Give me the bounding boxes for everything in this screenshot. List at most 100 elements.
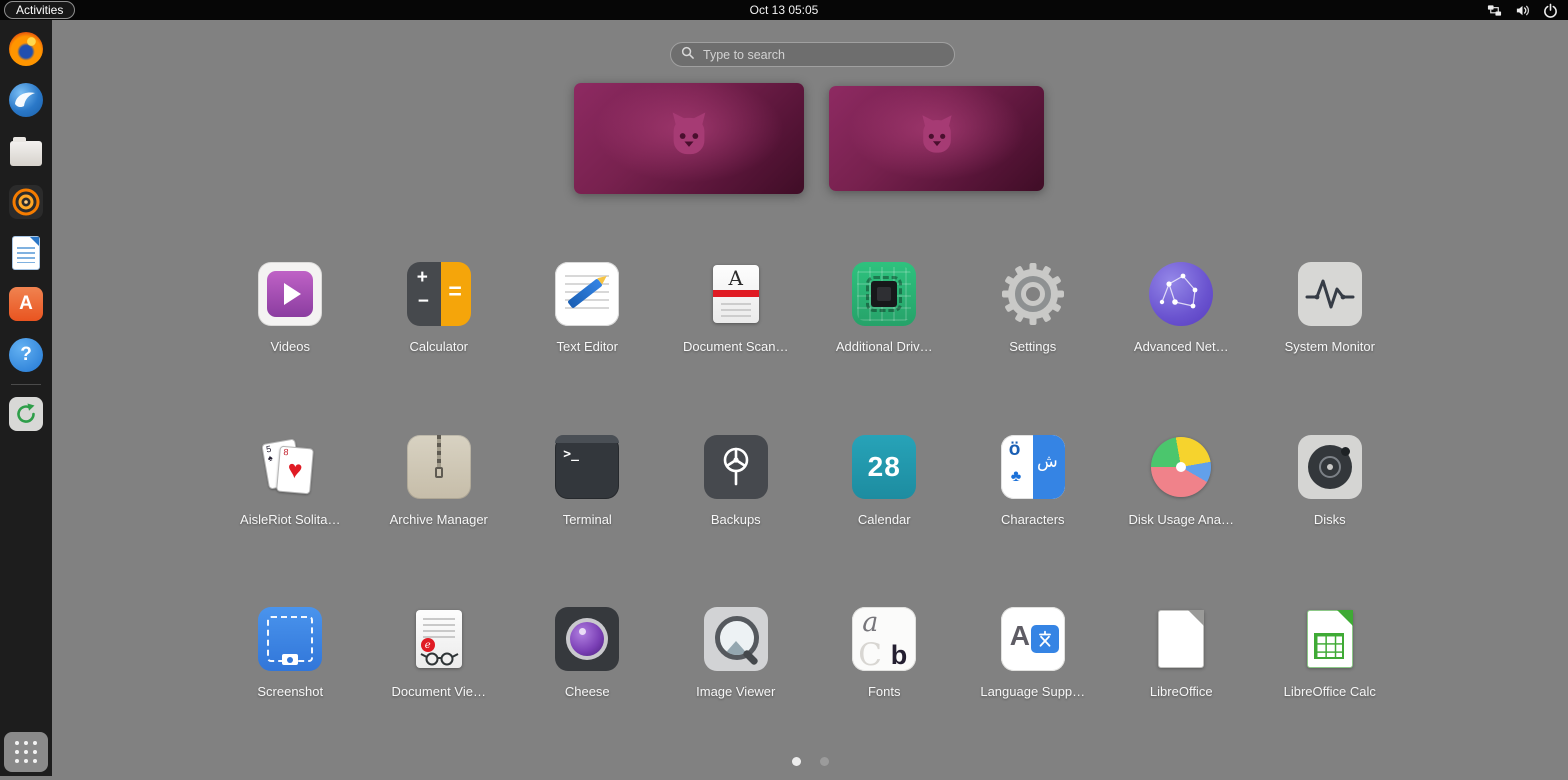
app-document-scanner[interactable]: A Document Scan… xyxy=(662,262,811,435)
system-tray[interactable] xyxy=(1487,0,1558,20)
app-archive-manager[interactable]: Archive Manager xyxy=(365,435,514,608)
app-characters[interactable]: ö ♣ ش Characters xyxy=(959,435,1108,608)
app-label: Cheese xyxy=(565,684,610,699)
software-updater-icon xyxy=(9,397,43,431)
document-viewer-icon: e xyxy=(407,607,471,671)
terminal-icon: >_ xyxy=(555,435,619,499)
page-dot-1[interactable] xyxy=(792,757,801,766)
system-monitor-icon xyxy=(1298,262,1362,326)
app-label: AisleRiot Solita… xyxy=(240,512,340,527)
language-support-icon: A xyxy=(1001,607,1065,671)
mascot-wallpaper-icon xyxy=(911,111,963,163)
app-grid: Videos + − = Calculator Text Editor A Do… xyxy=(216,262,1406,780)
apps-grid-icon xyxy=(15,741,37,763)
workspace-thumbnail-2[interactable] xyxy=(829,86,1044,191)
app-backups[interactable]: Backups xyxy=(662,435,811,608)
app-label: Screenshot xyxy=(257,684,323,699)
app-label: LibreOffice xyxy=(1150,684,1213,699)
app-calculator[interactable]: + − = Calculator xyxy=(365,262,514,435)
app-terminal[interactable]: >_ Terminal xyxy=(513,435,662,608)
show-applications-button[interactable] xyxy=(4,732,48,772)
software-letter: A xyxy=(19,293,33,315)
dock-item-firefox[interactable] xyxy=(6,30,46,68)
volume-icon[interactable] xyxy=(1515,3,1530,18)
power-icon[interactable] xyxy=(1543,3,1558,18)
files-folder-icon xyxy=(10,141,42,166)
app-videos[interactable]: Videos xyxy=(216,262,365,435)
search-input[interactable] xyxy=(701,47,944,63)
dock-item-software-updater[interactable] xyxy=(6,395,46,433)
cheese-camera-icon xyxy=(555,607,619,671)
calendar-icon: 28 xyxy=(852,435,916,499)
app-aisleriot[interactable]: 5 ♠ 8 ♥ AisleRiot Solita… xyxy=(216,435,365,608)
cjk-glyph-icon xyxy=(1031,625,1059,653)
archive-manager-icon xyxy=(407,435,471,499)
libreoffice-writer-icon xyxy=(12,236,40,270)
dock-item-help[interactable]: ? xyxy=(6,336,46,374)
advanced-network-icon xyxy=(1149,262,1213,326)
dock-item-ubuntu-software[interactable]: A xyxy=(6,285,46,323)
screenshot-icon xyxy=(258,607,322,671)
app-libreoffice-calc[interactable]: LibreOffice Calc xyxy=(1256,607,1405,780)
clock[interactable]: Oct 13 05:05 xyxy=(0,3,1568,17)
app-advanced-network[interactable]: Advanced Net… xyxy=(1107,262,1256,435)
page-dot-2[interactable] xyxy=(820,757,829,766)
app-label: Text Editor xyxy=(557,339,618,354)
question-mark: ? xyxy=(20,344,32,366)
app-label: Disk Usage Ana… xyxy=(1129,512,1235,527)
app-label: Document Vie… xyxy=(392,684,486,699)
search-bar[interactable] xyxy=(670,42,955,67)
app-fonts[interactable]: a C b Fonts xyxy=(810,607,959,780)
app-label: Language Supp… xyxy=(980,684,1085,699)
app-cheese[interactable]: Cheese xyxy=(513,607,662,780)
dock-item-rhythmbox[interactable] xyxy=(6,183,46,221)
app-screenshot[interactable]: Screenshot xyxy=(216,607,365,780)
app-label: Terminal xyxy=(563,512,612,527)
app-label: Calculator xyxy=(409,339,468,354)
app-document-viewer[interactable]: e Document Vie… xyxy=(365,607,514,780)
app-label: System Monitor xyxy=(1285,339,1375,354)
settings-gear-icon xyxy=(1001,262,1065,326)
dock-separator xyxy=(11,384,41,385)
app-image-viewer[interactable]: Image Viewer xyxy=(662,607,811,780)
document-scanner-icon: A xyxy=(704,262,768,326)
network-icon[interactable] xyxy=(1487,3,1502,18)
dock: A ? xyxy=(0,20,52,776)
page-indicator xyxy=(52,757,1568,766)
top-bar: Activities Oct 13 05:05 xyxy=(0,0,1568,20)
firefox-icon xyxy=(9,32,43,66)
workspace-thumbnail-1[interactable] xyxy=(574,83,804,194)
app-additional-drivers[interactable]: Additional Driv… xyxy=(810,262,959,435)
aisleriot-cards-icon: 5 ♠ 8 ♥ xyxy=(258,435,322,499)
app-settings[interactable]: Settings xyxy=(959,262,1108,435)
app-label: Additional Driv… xyxy=(836,339,933,354)
rhythmbox-icon xyxy=(9,185,43,219)
help-icon: ? xyxy=(9,338,43,372)
app-language-support[interactable]: A Language Supp… xyxy=(959,607,1108,780)
disk-usage-pie-icon xyxy=(1151,437,1211,497)
ubuntu-software-icon: A xyxy=(9,287,43,321)
dock-item-libreoffice-writer[interactable] xyxy=(6,234,46,272)
app-label: Settings xyxy=(1009,339,1056,354)
app-system-monitor[interactable]: System Monitor xyxy=(1256,262,1405,435)
libreoffice-calc-icon xyxy=(1298,607,1362,671)
app-libreoffice[interactable]: LibreOffice xyxy=(1107,607,1256,780)
calculator-icon: + − = xyxy=(407,262,471,326)
mascot-wallpaper-icon xyxy=(660,108,718,166)
app-calendar[interactable]: 28 Calendar xyxy=(810,435,959,608)
fonts-icon: a C b xyxy=(852,607,916,671)
app-disks[interactable]: Disks xyxy=(1256,435,1405,608)
app-label: Image Viewer xyxy=(696,684,775,699)
thunderbird-icon xyxy=(9,83,43,117)
videos-icon xyxy=(258,262,322,326)
dock-item-thunderbird[interactable] xyxy=(6,81,46,119)
app-text-editor[interactable]: Text Editor xyxy=(513,262,662,435)
dock-item-files[interactable] xyxy=(6,132,46,170)
backups-icon xyxy=(704,435,768,499)
app-label: Advanced Net… xyxy=(1134,339,1229,354)
additional-drivers-icon xyxy=(852,262,916,326)
app-disk-usage-analyzer[interactable]: Disk Usage Ana… xyxy=(1107,435,1256,608)
libreoffice-icon xyxy=(1149,607,1213,671)
app-label: Backups xyxy=(711,512,761,527)
app-label: Calendar xyxy=(858,512,911,527)
